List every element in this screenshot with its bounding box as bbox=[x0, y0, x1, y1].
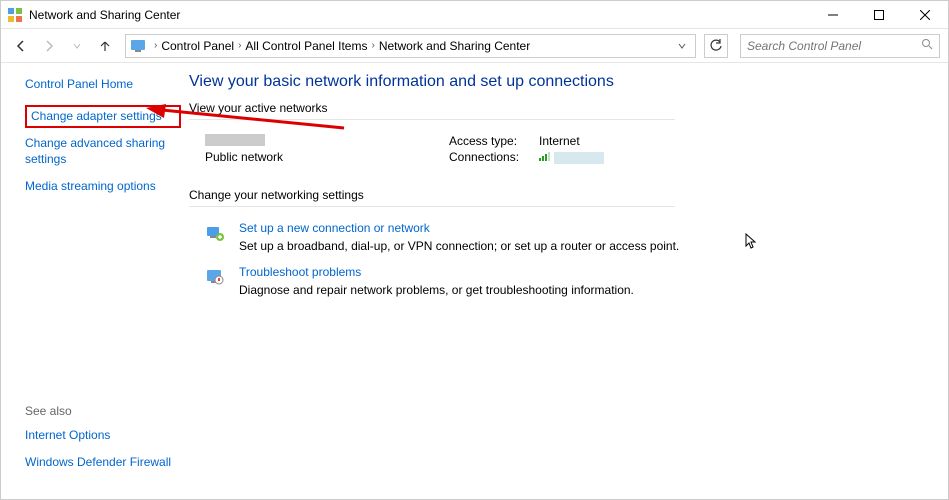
breadcrumb-seg-network[interactable]: Network and Sharing Center bbox=[379, 39, 530, 53]
connection-link[interactable] bbox=[539, 150, 604, 164]
control-panel-icon bbox=[130, 38, 146, 54]
troubleshoot-desc: Diagnose and repair network problems, or… bbox=[239, 283, 634, 297]
change-settings-header: Change your networking settings bbox=[189, 188, 675, 207]
close-button[interactable] bbox=[902, 1, 948, 29]
active-networks-header: View your active networks bbox=[189, 101, 675, 120]
chevron-right-icon: › bbox=[371, 40, 374, 51]
address-bar: › Control Panel › All Control Panel Item… bbox=[1, 29, 948, 63]
chevron-right-icon: › bbox=[154, 40, 157, 51]
link-windows-defender-firewall[interactable]: Windows Defender Firewall bbox=[25, 455, 181, 471]
up-button[interactable] bbox=[93, 34, 117, 58]
chevron-right-icon: › bbox=[238, 40, 241, 51]
link-troubleshoot[interactable]: Troubleshoot problems bbox=[239, 265, 361, 279]
app-icon bbox=[7, 7, 23, 23]
link-change-advanced-sharing[interactable]: Change advanced sharing settings bbox=[25, 136, 181, 167]
recent-dropdown[interactable] bbox=[65, 34, 89, 58]
setup-connection-desc: Set up a broadband, dial-up, or VPN conn… bbox=[239, 239, 679, 253]
window-title: Network and Sharing Center bbox=[29, 8, 810, 22]
wifi-icon bbox=[539, 150, 554, 164]
link-media-streaming-options[interactable]: Media streaming options bbox=[25, 179, 181, 195]
access-type-label: Access type: bbox=[449, 134, 519, 148]
breadcrumb-seg-control-panel[interactable]: Control Panel bbox=[161, 39, 234, 53]
breadcrumb-seg-all-items[interactable]: All Control Panel Items bbox=[245, 39, 367, 53]
see-also-section: See also Internet Options Windows Defend… bbox=[25, 404, 181, 499]
breadcrumb-dropdown[interactable] bbox=[673, 41, 691, 51]
refresh-button[interactable] bbox=[704, 34, 728, 58]
setup-connection-icon bbox=[205, 223, 225, 243]
content-area: View your basic network information and … bbox=[181, 63, 948, 499]
connections-label: Connections: bbox=[449, 150, 519, 164]
link-setup-connection[interactable]: Set up a new connection or network bbox=[239, 221, 430, 235]
setup-connection-item: Set up a new connection or network Set u… bbox=[205, 221, 940, 253]
link-control-panel-home[interactable]: Control Panel Home bbox=[25, 77, 181, 93]
search-input[interactable] bbox=[747, 39, 921, 53]
link-internet-options[interactable]: Internet Options bbox=[25, 428, 181, 444]
title-bar: Network and Sharing Center bbox=[1, 1, 948, 29]
maximize-button[interactable] bbox=[856, 1, 902, 29]
network-row: Public network Access type: Internet Con… bbox=[189, 134, 940, 164]
connection-name-redacted bbox=[554, 152, 604, 164]
link-change-adapter-settings[interactable]: Change adapter settings bbox=[31, 109, 175, 125]
forward-button[interactable] bbox=[37, 34, 61, 58]
network-name-redacted bbox=[205, 134, 265, 146]
search-icon[interactable] bbox=[921, 38, 933, 53]
troubleshoot-item: Troubleshoot problems Diagnose and repai… bbox=[205, 265, 940, 297]
access-type-value: Internet bbox=[539, 134, 580, 148]
breadcrumb-bar[interactable]: › Control Panel › All Control Panel Item… bbox=[125, 34, 696, 58]
highlight-box: Change adapter settings bbox=[25, 105, 181, 129]
back-button[interactable] bbox=[9, 34, 33, 58]
sidebar: Control Panel Home Change adapter settin… bbox=[1, 63, 181, 499]
see-also-header: See also bbox=[25, 404, 181, 418]
troubleshoot-icon bbox=[205, 267, 225, 287]
page-heading: View your basic network information and … bbox=[189, 73, 940, 91]
network-type: Public network bbox=[205, 150, 449, 164]
minimize-button[interactable] bbox=[810, 1, 856, 29]
search-box[interactable] bbox=[740, 34, 940, 58]
